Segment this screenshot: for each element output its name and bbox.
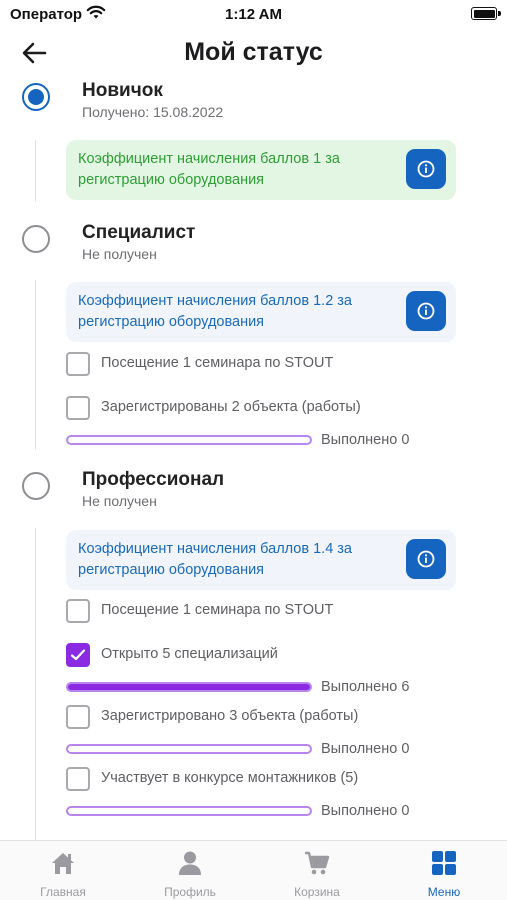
progress-row: Выполнено 6 bbox=[66, 679, 466, 695]
info-icon bbox=[417, 550, 435, 568]
progress-row: Выполнено 0 bbox=[66, 741, 466, 757]
coefficient-text: Коэффициент начисления баллов 1.2 за рег… bbox=[78, 293, 352, 330]
tab-label: Корзина bbox=[294, 885, 340, 899]
requirement-row: Открыто 5 специализаций bbox=[66, 643, 466, 669]
level-status-specialist: Не получен bbox=[82, 246, 157, 262]
profile-icon bbox=[179, 851, 201, 875]
progress-bar bbox=[66, 682, 312, 692]
tab-cart[interactable]: Корзина bbox=[254, 841, 380, 900]
progress-fill bbox=[68, 684, 310, 690]
tab-home[interactable]: Главная bbox=[0, 841, 126, 900]
level-title-specialist: Специалист bbox=[82, 222, 196, 243]
info-icon bbox=[417, 160, 435, 178]
status-bar: Оператор 1:12 AM bbox=[0, 0, 507, 30]
page-title: Мой статус bbox=[184, 38, 323, 66]
level-title-novice: Новичок bbox=[82, 80, 163, 101]
progress-bar bbox=[66, 435, 312, 445]
progress-row: Выполнено 0 bbox=[66, 432, 466, 448]
level-title-professional: Профессионал bbox=[82, 469, 225, 490]
requirement-checkbox[interactable] bbox=[66, 599, 90, 623]
level-status-professional: Не получен bbox=[82, 493, 157, 509]
requirement-row: Посещение 1 семинара по STOUT bbox=[66, 599, 466, 625]
level-radio-specialist[interactable] bbox=[22, 225, 50, 253]
progress-bar bbox=[66, 744, 312, 754]
tab-label: Меню bbox=[427, 885, 461, 899]
progress-label: Выполнено 6 bbox=[321, 679, 410, 695]
info-button[interactable] bbox=[406, 149, 446, 189]
timeline-line bbox=[35, 280, 36, 450]
timeline-line bbox=[35, 528, 36, 840]
requirement-checkbox[interactable] bbox=[66, 705, 90, 729]
info-button[interactable] bbox=[406, 291, 446, 331]
requirement-checkbox[interactable] bbox=[66, 767, 90, 791]
info-icon bbox=[417, 302, 435, 320]
tab-profile[interactable]: Профиль bbox=[127, 841, 253, 900]
requirement-checkbox[interactable] bbox=[66, 396, 90, 420]
requirement-label: Участвует в конкурсе монтажников (5) bbox=[101, 770, 359, 786]
progress-bar bbox=[66, 806, 312, 816]
status-levels-list: Новичок Получено: 15.08.2022 Коэффициент… bbox=[0, 76, 507, 840]
requirement-label: Зарегистрировано 3 объекта (работы) bbox=[101, 708, 359, 724]
requirement-row: Зарегистрированы 2 объекта (работы) bbox=[66, 396, 466, 422]
level-radio-professional[interactable] bbox=[22, 472, 50, 500]
level-status-novice: Получено: 15.08.2022 bbox=[82, 104, 224, 120]
tab-label: Профиль bbox=[164, 885, 216, 899]
level-radio-novice[interactable] bbox=[22, 83, 50, 111]
requirement-checkbox-checked[interactable] bbox=[66, 643, 90, 667]
coefficient-text: Коэффициент начисления баллов 1.4 за рег… bbox=[78, 541, 352, 578]
requirement-label: Зарегистрированы 2 объекта (работы) bbox=[101, 399, 361, 415]
requirement-checkbox[interactable] bbox=[66, 352, 90, 376]
progress-label: Выполнено 0 bbox=[321, 741, 410, 757]
info-button[interactable] bbox=[406, 539, 446, 579]
battery-icon bbox=[471, 7, 501, 20]
home-icon bbox=[52, 853, 74, 874]
clock-time: 1:12 AM bbox=[225, 6, 282, 23]
requirement-row: Посещение 1 семинара по STOUT bbox=[66, 352, 466, 378]
checkmark-icon bbox=[70, 649, 86, 661]
coefficient-box-specialist: Коэффициент начисления баллов 1.2 за рег… bbox=[66, 282, 456, 342]
timeline-line bbox=[35, 140, 36, 202]
requirement-label: Посещение 1 семинара по STOUT bbox=[101, 602, 334, 618]
requirement-label: Открыто 5 специализаций bbox=[101, 646, 278, 662]
requirement-label: Посещение 1 семинара по STOUT bbox=[101, 355, 334, 371]
progress-label: Выполнено 0 bbox=[321, 432, 410, 448]
header: Мой статус bbox=[0, 30, 507, 76]
cart-icon bbox=[305, 851, 330, 875]
tab-label: Главная bbox=[40, 885, 86, 899]
coefficient-text: Коэффициент начисления баллов 1 за регис… bbox=[78, 151, 340, 188]
coefficient-box-novice: Коэффициент начисления баллов 1 за регис… bbox=[66, 140, 456, 200]
progress-label: Выполнено 0 bbox=[321, 803, 410, 819]
requirement-row: Зарегистрировано 3 объекта (работы) bbox=[66, 705, 466, 731]
coefficient-box-professional: Коэффициент начисления баллов 1.4 за рег… bbox=[66, 530, 456, 590]
bottom-tab-bar: Главная Профиль Корзина Меню bbox=[0, 840, 507, 900]
progress-row: Выполнено 0 bbox=[66, 803, 466, 819]
menu-grid-icon bbox=[432, 851, 456, 875]
tab-menu[interactable]: Меню bbox=[381, 841, 507, 900]
requirement-row: Участвует в конкурсе монтажников (5) bbox=[66, 767, 466, 793]
